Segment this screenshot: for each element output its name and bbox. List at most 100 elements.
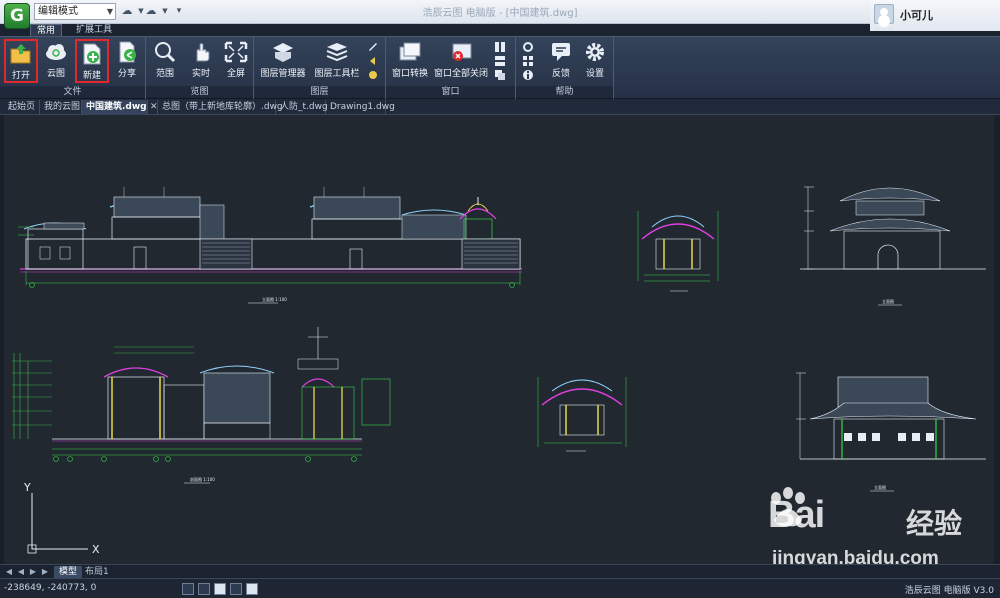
realtime-button-label: 实时 — [191, 69, 210, 79]
paw-logo-icon — [771, 487, 805, 527]
customize-toolbar-icon[interactable]: ▾ — [172, 4, 186, 18]
tab-civil-defense[interactable]: 人防_t.dwg — [276, 100, 328, 115]
layer-toolbar-button[interactable]: 图层工具栏 — [310, 39, 364, 83]
share-icon — [119, 41, 136, 63]
cloud-icon[interactable]: ☁ — [144, 4, 158, 18]
layer-manager-button[interactable]: 图层管理器 — [258, 39, 308, 83]
status-bar: -238649, -240773, 0 浩辰云图 电脑版 V3.0 — [0, 578, 1000, 598]
chevron-down-icon: ▼ — [106, 7, 113, 16]
ribbon-group-help: 反馈 设置 帮助 — [516, 37, 614, 99]
share-button-label: 分享 — [117, 69, 136, 79]
feedback-button[interactable]: 反馈 — [544, 39, 578, 83]
section-label: 剖面图 1:100 — [190, 476, 215, 482]
extents-button[interactable]: 范围 — [150, 39, 180, 83]
group-label-window: 窗口 — [386, 86, 515, 98]
tile-horizontal-icon[interactable] — [494, 55, 506, 67]
ortho-toggle-icon[interactable] — [198, 583, 210, 595]
watermark-url: jingyan.baidu.com — [772, 548, 939, 564]
prev-layout-icon[interactable]: ◀ — [16, 566, 26, 578]
side-elevation-top: 立面图 — [800, 186, 986, 306]
cloud-button-label: 云图 — [46, 69, 65, 79]
layout-tabs: ◀ ◀ ▶ ▶ 模型 布局1 — [0, 564, 1000, 578]
share-button[interactable]: 分享 — [112, 39, 142, 83]
close-all-windows-button-label: 窗口全部关闭 — [434, 69, 489, 79]
group-label-layer: 图层 — [254, 86, 385, 98]
new-file-icon — [83, 43, 101, 65]
group-label-view: 览图 — [146, 86, 253, 98]
tab-common[interactable]: 常用 — [30, 24, 62, 36]
tab-start-page[interactable]: 起始页 — [4, 100, 40, 115]
document-tabs: 起始页 我的云图 中国建筑.dwg ✕ 总图（带上新地库轮廓）.dwg 人防_t… — [0, 99, 1000, 115]
osnap-toggle-icon[interactable] — [246, 583, 258, 595]
chevron-down-icon[interactable]: ▼ — [158, 4, 172, 18]
tab-site-plan[interactable]: 总图（带上新地库轮廓）.dwg — [158, 100, 283, 115]
side-elevation-bottom: 立面图 — [796, 372, 986, 492]
snap-toggle-icon[interactable] — [182, 583, 194, 595]
axis-y-label: Y — [23, 481, 31, 494]
cascade-icon[interactable] — [494, 69, 506, 81]
close-icon[interactable]: ✕ — [150, 100, 158, 115]
cloud-icon — [46, 44, 66, 60]
user-name: 小可儿 — [900, 9, 933, 22]
fullscreen-button[interactable]: 全屏 — [221, 39, 251, 83]
south-elevation-label: 立面图 1:100 — [262, 296, 287, 302]
settings-button[interactable]: 设置 — [580, 39, 610, 83]
axis-x-label: X — [92, 543, 100, 556]
realtime-button[interactable]: 实时 — [186, 39, 216, 83]
layer-manager-icon — [273, 43, 293, 62]
window-switch-button-label: 窗口转换 — [391, 69, 428, 79]
ribbon: 打开 云图 新建 分享 文件 范围 实时 全屏 览图 图层管理器 图层工具栏 图… — [0, 36, 1000, 99]
next-layout-icon[interactable]: ▶ — [28, 566, 38, 578]
window-switch-icon — [399, 42, 421, 61]
close-windows-icon — [452, 43, 472, 61]
title-bar: 编辑模式 ▼ ☁ ▼ ☁ ▼ ▾ 浩辰云图 电脑版 - [中国建筑.dwg] — [0, 0, 1000, 24]
info-icon[interactable] — [522, 69, 534, 81]
cloud-upload-icon[interactable]: ☁ — [120, 4, 134, 18]
version-label: 浩辰云图 电脑版 V3.0 — [904, 586, 994, 596]
tab-my-cloud[interactable]: 我的云图 — [40, 100, 82, 115]
app-logo-icon[interactable]: G — [4, 3, 30, 29]
tab-model[interactable]: 模型 — [54, 566, 83, 578]
apps-grid-icon[interactable] — [522, 55, 534, 67]
user-area[interactable]: 小可儿 — [870, 0, 1000, 31]
tab-layout1[interactable]: 布局1 — [80, 566, 114, 578]
layer-match-icon[interactable] — [367, 41, 379, 53]
window-switch-button[interactable]: 窗口转换 — [390, 39, 430, 83]
drawing-canvas[interactable]: 立面图 1:100 剖面图 1:100 立面图 立面图 Y X 经验 jingy… — [0, 115, 1000, 564]
avatar[interactable] — [874, 4, 894, 24]
open-button[interactable]: 打开 — [4, 39, 38, 83]
ucs-axis-icon: Y X — [23, 481, 100, 556]
settings-button-label: 设置 — [585, 69, 604, 79]
layer-off-icon[interactable] — [367, 69, 379, 81]
tab-drawing1[interactable]: Drawing1.dwg — [326, 100, 395, 115]
first-layout-icon[interactable]: ◀ — [4, 566, 14, 578]
pavilion-section-bottom — [537, 377, 627, 452]
update-icon[interactable] — [522, 41, 534, 53]
tile-vertical-icon[interactable] — [494, 41, 506, 53]
polar-toggle-icon[interactable] — [230, 583, 242, 595]
last-layout-icon[interactable]: ▶ — [40, 566, 50, 578]
south-elevation-drawing: 立面图 1:100 — [18, 187, 522, 304]
baidu-watermark: Bai 经验 jingyan.baidu.com — [764, 486, 994, 564]
open-button-label: 打开 — [11, 71, 30, 81]
ribbon-group-view: 范围 实时 全屏 览图 — [146, 37, 254, 99]
pavilion-section-top — [637, 211, 719, 292]
new-button[interactable]: 新建 — [75, 39, 109, 83]
ribbon-group-layer: 图层管理器 图层工具栏 图层 — [254, 37, 386, 99]
feedback-icon — [552, 43, 570, 61]
layer-toolbar-button-label: 图层工具栏 — [314, 69, 360, 79]
fullscreen-button-label: 全屏 — [226, 69, 245, 79]
tab-extended-tools[interactable]: 扩展工具 — [70, 24, 118, 36]
cursor-coordinates: -238649, -240773, 0 — [4, 583, 97, 593]
layer-manager-button-label: 图层管理器 — [260, 69, 306, 79]
tab-china-architecture[interactable]: 中国建筑.dwg — [82, 100, 148, 115]
layers-icon — [326, 43, 348, 62]
layer-prev-icon[interactable] — [367, 55, 379, 67]
app-window: 编辑模式 ▼ ☁ ▼ ☁ ▼ ▾ 浩辰云图 电脑版 - [中国建筑.dwg] G… — [0, 0, 1000, 598]
close-all-windows-button[interactable]: 窗口全部关闭 — [434, 39, 488, 83]
watermark-suffix: 经验 — [906, 507, 963, 540]
pan-hand-icon — [196, 43, 210, 62]
grid-toggle-icon[interactable] — [214, 583, 226, 595]
cloud-button[interactable]: 云图 — [40, 39, 72, 83]
mode-select[interactable]: 编辑模式 ▼ — [34, 3, 116, 20]
